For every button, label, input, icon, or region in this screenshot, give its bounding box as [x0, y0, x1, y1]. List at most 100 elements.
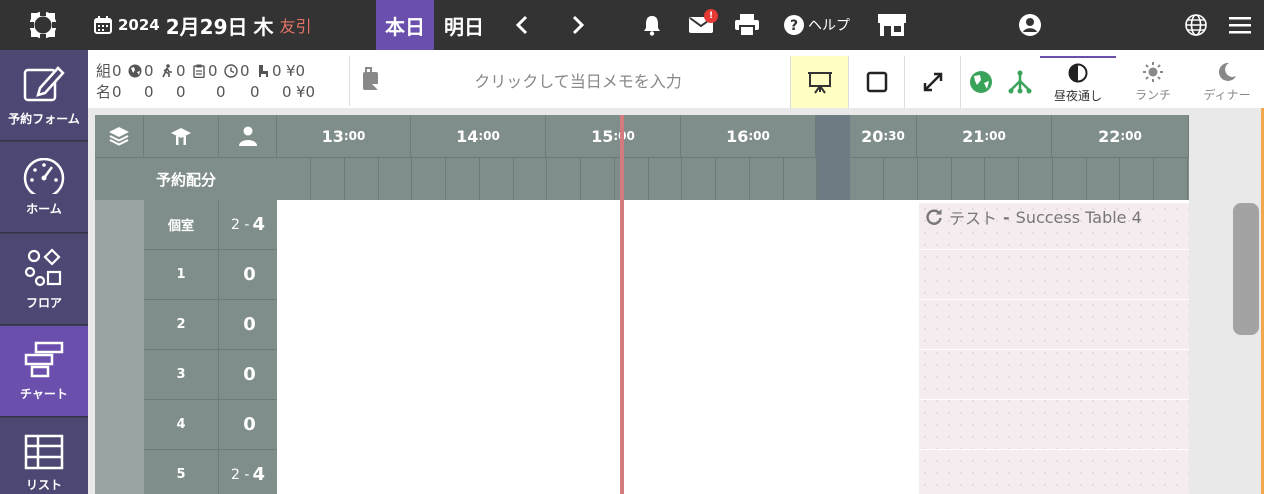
store-icon	[878, 14, 906, 36]
tab-label: ランチ	[1134, 87, 1171, 102]
network-green-icon[interactable]	[1007, 69, 1033, 95]
stats-people-row: 名 0 0 0 0 0 0 ¥0	[96, 81, 315, 102]
globe-green-icon[interactable]	[969, 70, 993, 94]
stat-value: 0	[216, 82, 226, 101]
time-minute: :00	[478, 129, 500, 143]
table-capacity: 0	[219, 400, 277, 450]
notification-button[interactable]	[640, 0, 664, 50]
expand-icon	[923, 72, 942, 92]
table-name[interactable]: 個室	[144, 200, 219, 250]
sidebar-item-home[interactable]: ホーム	[0, 142, 88, 233]
time-subcell	[884, 158, 918, 200]
stat-value: 0	[208, 61, 218, 80]
time-hour: 15	[591, 126, 614, 146]
time-subcell	[951, 158, 985, 200]
account-button[interactable]	[1018, 0, 1042, 50]
capacity-column-header[interactable]	[219, 115, 277, 157]
table-capacity: 2 -4	[219, 200, 277, 250]
person-icon	[238, 126, 257, 146]
layers-button[interactable]	[95, 115, 144, 157]
table-name[interactable]: 4	[144, 400, 219, 450]
reservation-block[interactable]: テスト - Success Table 4	[925, 205, 1142, 229]
logo[interactable]	[22, 0, 64, 50]
time-subcell	[547, 158, 581, 200]
time-subcell	[412, 158, 446, 200]
time-subcell	[581, 158, 615, 200]
capacity-range: 2 -	[231, 466, 250, 483]
time-slot: 15:00	[546, 115, 681, 157]
stat-value: 0	[176, 82, 186, 101]
area-column	[95, 200, 144, 494]
stat-sales: ¥0	[296, 82, 316, 101]
month-day-text: 2月29日	[165, 14, 248, 39]
groups-label: 組	[96, 61, 112, 80]
stat-value: 0	[272, 61, 282, 80]
date-display[interactable]: 2024 2月29日 木 友引	[94, 0, 312, 50]
time-slot: 14:00	[411, 115, 546, 157]
reservation-table: Success Table 4	[1015, 207, 1142, 227]
table-capacity: 0	[219, 250, 277, 300]
fullscreen-button[interactable]	[904, 56, 960, 108]
table-capacity: 2 -4	[219, 450, 277, 494]
hamburger-icon	[1229, 17, 1251, 34]
capacity-count: 0	[243, 264, 256, 285]
divider	[349, 56, 350, 106]
sidebar-item-reservation-form[interactable]: 予約フォーム	[0, 50, 88, 141]
mail-button[interactable]: !	[686, 0, 718, 50]
memo-input[interactable]: クリックして当日メモを入力	[408, 68, 748, 92]
tomorrow-button[interactable]: 明日	[436, 0, 492, 50]
table-name[interactable]: 2	[144, 300, 219, 350]
half-circle-icon	[1068, 63, 1088, 82]
presentation-view-button[interactable]	[790, 56, 848, 108]
logo-icon	[26, 8, 60, 42]
sidebar-item-chart[interactable]: チャート	[0, 326, 88, 417]
time-subcell	[985, 158, 1019, 200]
today-button[interactable]: 本日	[376, 0, 434, 50]
table-name[interactable]: 5	[144, 450, 219, 494]
square-view-button[interactable]	[848, 56, 904, 108]
globe-icon	[128, 64, 142, 77]
sidebar-item-label: リスト	[25, 477, 62, 492]
tab-dinner[interactable]: ディナー	[1190, 56, 1264, 108]
help-button[interactable]: ? ヘルプ	[784, 0, 850, 50]
next-day-button[interactable]	[566, 0, 590, 50]
sidebar: 予約フォーム ホーム フロア チャート リスト	[0, 50, 88, 494]
tab-all-day[interactable]: 昼夜通し	[1040, 56, 1116, 108]
time-subcell	[277, 158, 311, 200]
time-subcell	[1154, 158, 1188, 200]
time-hour: 13	[321, 126, 344, 146]
top-bar: 2024 2月29日 木 友引 本日 明日 ! ? ヘルプ	[0, 0, 1264, 50]
app-root: 2024 2月29日 木 友引 本日 明日 ! ? ヘルプ 予約フォーム ホーム…	[0, 0, 1264, 494]
tab-label: 昼夜通し	[1053, 88, 1102, 103]
time-minute: :00	[343, 129, 366, 143]
layers-icon	[109, 127, 129, 146]
menu-button[interactable]	[1228, 0, 1252, 50]
print-button[interactable]	[734, 0, 760, 50]
sun-icon	[1143, 61, 1163, 82]
sidebar-item-list[interactable]: リスト	[0, 418, 88, 494]
sidebar-item-floor[interactable]: フロア	[0, 234, 88, 325]
time-minute: :00	[984, 129, 1006, 143]
capacity-count: 0	[243, 414, 256, 435]
current-time-line	[620, 115, 624, 494]
table-column-header[interactable]	[144, 115, 219, 157]
time-slot: 13:00	[277, 115, 411, 157]
reservation-separator: -	[1003, 207, 1010, 227]
tab-lunch[interactable]: ランチ	[1116, 56, 1190, 108]
store-button[interactable]	[876, 0, 908, 50]
globe-icon	[1185, 14, 1207, 36]
time-hour: 20	[861, 126, 884, 146]
prev-day-button[interactable]	[510, 0, 534, 50]
table-name[interactable]: 3	[144, 350, 219, 400]
table-name[interactable]: 1	[144, 250, 219, 300]
time-slot: 20:30	[850, 115, 917, 157]
capacity-count: 4	[252, 464, 265, 485]
stat-value: 0	[144, 82, 154, 101]
scrollbar-thumb[interactable]	[1233, 203, 1259, 335]
reservation-name: テスト	[949, 209, 998, 228]
language-button[interactable]	[1184, 0, 1208, 50]
sidebar-item-label: 予約フォーム	[8, 111, 80, 126]
chevron-right-icon	[572, 15, 585, 35]
stat-value: 0	[112, 82, 122, 101]
clock-icon	[224, 63, 238, 78]
